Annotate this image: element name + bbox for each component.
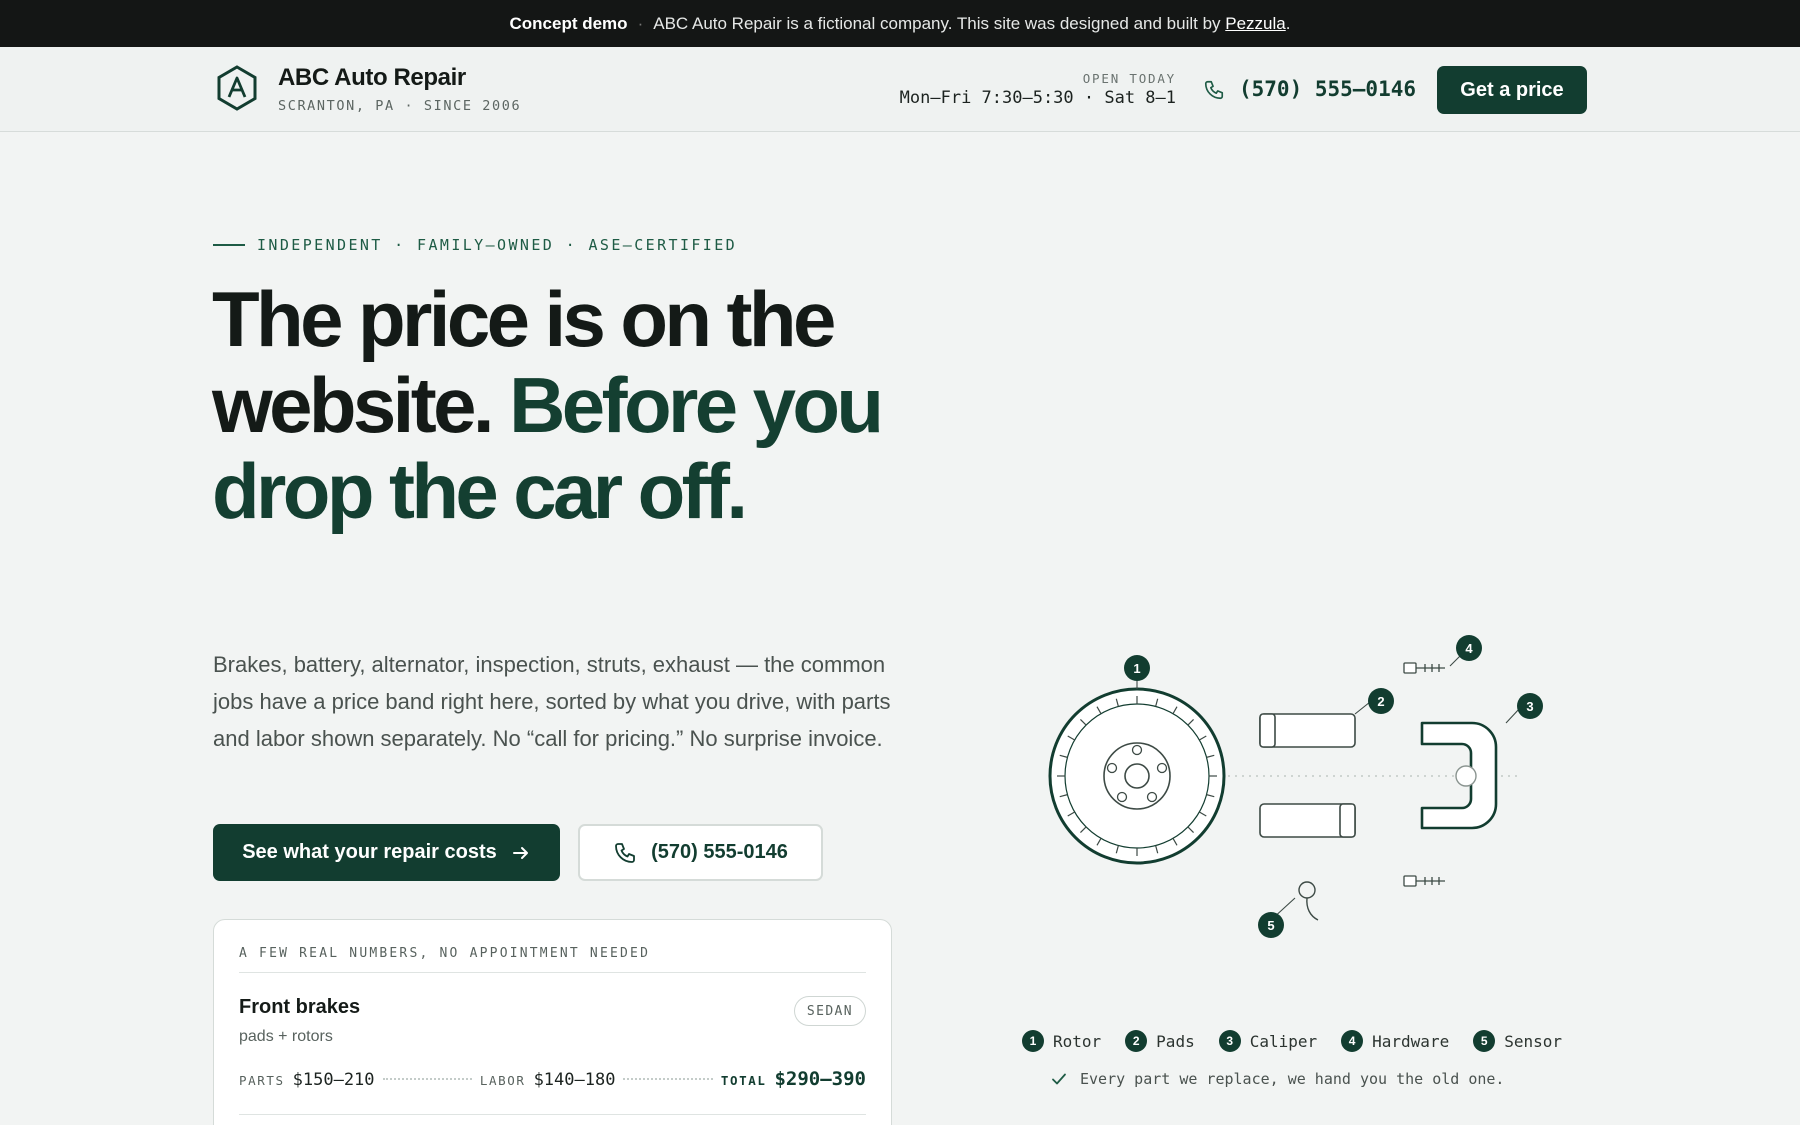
hardware-clip-icon [1403,662,1445,887]
banner-separator: · [637,13,644,33]
see-repair-costs-button[interactable]: See what your repair costs [213,824,560,881]
legend-num: 2 [1125,1030,1148,1052]
legend-item-rotor: 1 Rotor [1022,1030,1101,1052]
total-label: TOTAL [720,1073,767,1088]
vehicle-type-badge: SEDAN [793,996,866,1026]
legend-label: Rotor [1053,1031,1102,1051]
site-header: ABC Auto Repair SCRANTON, PA · SINCE 200… [0,47,1800,132]
legend-num: 1 [1022,1030,1044,1052]
hero-title: The price is on the website. Before you … [212,276,912,534]
legend-item-caliper: 3 Caliper [1218,1030,1318,1052]
price-sample-card: A FEW REAL NUMBERS, NO APPOINTMENT NEEDE… [213,919,892,1125]
checkmark-icon [1052,1073,1066,1085]
card-eyebrow: A FEW REAL NUMBERS, NO APPOINTMENT NEEDE… [239,946,651,961]
callout-5: 5 [1258,912,1284,938]
legend-item-sensor: 5 Sensor [1473,1030,1562,1052]
callout-4-num: 4 [1465,641,1473,656]
legend-num: 4 [1341,1030,1364,1052]
brand-location: SCRANTON, PA · SINCE 2006 [278,98,522,114]
dotted-leader [623,1078,713,1080]
wear-sensor-icon [1298,881,1319,921]
card-divider [239,972,866,973]
arrow-right-icon [512,846,528,859]
price-breakdown-row: PARTS $150–210 LABOR $140–180 TOTAL $290… [239,1068,866,1090]
hero-eyebrow: INDEPENDENT · FAMILY–OWNED · ASE–CERTIFI… [213,236,737,254]
parts-value: $150–210 [292,1070,375,1090]
banner-text: ABC Auto Repair is a fictional company. … [653,14,1290,34]
call-phone-button[interactable]: (570) 555-0146 [578,824,823,881]
eyebrow-text: INDEPENDENT · FAMILY–OWNED · ASE–CERTIFI… [257,236,738,254]
callout-1: 1 [1124,655,1150,681]
caliper-icon [1420,721,1498,830]
parts-label: PARTS [239,1073,285,1088]
promise-text: Every part we replace, we hand you the o… [1080,1070,1505,1088]
legend-label: Hardware [1372,1031,1450,1051]
banner-label: Concept demo [509,13,628,33]
legend-item-hardware: 4 Hardware [1341,1030,1449,1052]
card-divider-bottom [239,1114,866,1115]
total-value: $290–390 [774,1068,866,1090]
legend-item-pads: 2 Pads [1125,1030,1195,1052]
header-phone-link[interactable]: (570) 555–0146 [1239,77,1416,101]
callout-5-num: 5 [1267,918,1274,933]
parts-legend: 1 Rotor 2 Pads 3 Caliper 4 Hardware 5 Se… [1022,1030,1562,1052]
legend-label: Caliper [1249,1031,1318,1051]
see-repair-costs-label: See what your repair costs [242,841,497,863]
callout-2-num: 2 [1377,694,1384,709]
callout-1-num: 1 [1133,661,1140,676]
hero-lede: Brakes, battery, alternator, inspection,… [213,652,891,751]
job-name: Front brakes [239,996,361,1018]
labor-label: LABOR [479,1073,526,1088]
legend-label: Sensor [1504,1031,1562,1051]
rotor-icon [1048,687,1226,865]
hours-label: OPEN TODAY [1082,71,1176,86]
pezzula-link[interactable]: Pezzula [1225,14,1285,33]
eyebrow-rule [213,244,245,246]
callout-3: 3 [1517,693,1543,719]
call-phone-label: (570) 555-0146 [651,841,788,863]
old-parts-promise: Every part we replace, we hand you the o… [1050,1070,1504,1088]
brand-name[interactable]: ABC Auto Repair [278,64,466,92]
get-a-price-button[interactable]: Get a price [1437,66,1587,114]
job-description: pads + rotors [239,1028,333,1045]
legend-num: 3 [1218,1030,1241,1052]
brake-assembly-illustration: 1 2 3 4 5 [1048,635,1543,938]
banner-message: ABC Auto Repair is a fictional company. … [653,13,1221,33]
callout-2: 2 [1368,688,1394,714]
legend-num: 5 [1473,1030,1496,1052]
callout-3-num: 3 [1526,699,1533,714]
hexagon-logo-icon[interactable] [215,64,259,112]
legend-label: Pads [1156,1031,1195,1051]
phone-icon [1204,80,1224,100]
phone-icon [615,842,636,863]
demo-banner: Concept demo · ABC Auto Repair is a fict… [0,0,1800,47]
banner-end: . [1285,13,1291,33]
hours-value: Mon–Fri 7:30–5:30 · Sat 8–1 [899,88,1176,108]
labor-value: $140–180 [533,1070,616,1090]
dotted-leader [382,1078,472,1080]
callout-4: 4 [1456,635,1482,661]
